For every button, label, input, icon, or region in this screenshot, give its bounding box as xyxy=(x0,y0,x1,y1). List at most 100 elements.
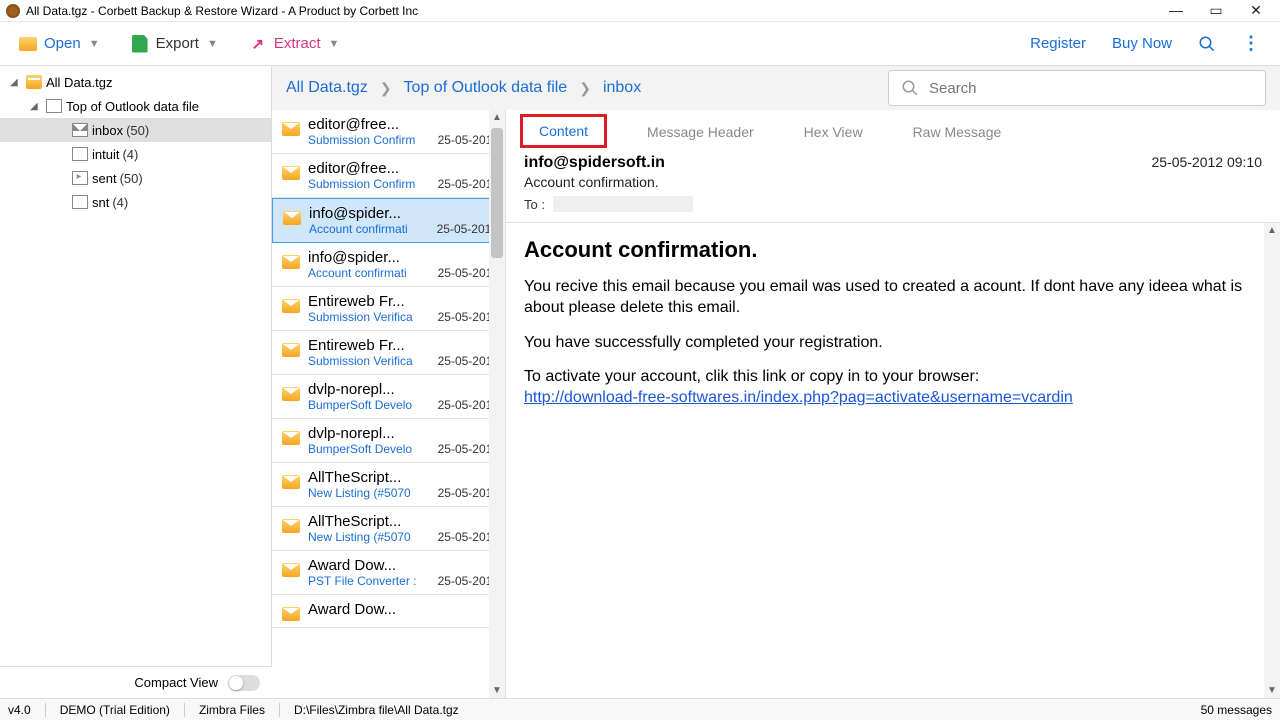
message-item[interactable]: AllTheScript... New Listing (#5070 25-05… xyxy=(272,507,505,551)
message-subject: Submission Verifica xyxy=(308,354,413,368)
open-button[interactable]: Open ▼ xyxy=(10,30,108,58)
tab-hex-view[interactable]: Hex View xyxy=(794,118,873,148)
tree-snt[interactable]: snt (4) xyxy=(0,190,271,214)
message-subject: New Listing (#5070 xyxy=(308,530,411,544)
body-paragraph: You recive this email because you email … xyxy=(524,277,1262,319)
tree-datafile-label: Top of Outlook data file xyxy=(66,99,199,114)
tree-root-label: All Data.tgz xyxy=(46,75,112,90)
envelope-icon xyxy=(283,211,301,225)
message-from: Award Dow... xyxy=(308,601,499,618)
message-subject: Submission Verifica xyxy=(308,310,413,324)
scroll-down-icon[interactable]: ▼ xyxy=(492,685,502,696)
crumb-inbox[interactable]: inbox xyxy=(603,79,641,97)
message-preview: Content Message Header Hex View Raw Mess… xyxy=(506,110,1280,698)
activation-link[interactable]: http://download-free-softwares.in/index.… xyxy=(524,389,1073,406)
search-icon[interactable] xyxy=(1198,35,1216,53)
message-item[interactable]: info@spider... Account confirmati 25-05-… xyxy=(272,198,505,243)
preview-datetime: 25-05-2012 09:10 xyxy=(1151,154,1262,212)
message-from: info@spider... xyxy=(308,249,499,266)
preview-to-label: To : xyxy=(524,197,545,212)
tree-sent[interactable]: sent (50) xyxy=(0,166,271,190)
folder-icon xyxy=(72,147,88,161)
breadcrumb: All Data.tgz ❯ Top of Outlook data file … xyxy=(272,66,1280,110)
message-item[interactable]: AllTheScript... New Listing (#5070 25-05… xyxy=(272,463,505,507)
message-subject: BumperSoft Develo xyxy=(308,398,412,412)
envelope-icon xyxy=(282,519,300,533)
export-icon xyxy=(130,34,150,54)
message-item[interactable]: Entireweb Fr... Submission Verifica 25-0… xyxy=(272,287,505,331)
search-input[interactable] xyxy=(929,80,1253,97)
envelope-icon xyxy=(282,431,300,445)
preview-subject: Account confirmation. xyxy=(524,174,1151,190)
envelope-icon xyxy=(282,343,300,357)
folder-icon xyxy=(72,195,88,209)
chevron-right-icon: ❯ xyxy=(380,80,392,97)
message-item[interactable]: Award Dow... xyxy=(272,595,505,628)
tree-item-count: (50) xyxy=(126,123,149,138)
export-button[interactable]: Export ▼ xyxy=(122,30,226,58)
preview-to-value xyxy=(553,196,693,212)
scrollbar[interactable]: ▲ ▼ xyxy=(489,110,505,698)
message-item[interactable]: editor@free... Submission Confirm 25-05-… xyxy=(272,110,505,154)
message-list: editor@free... Submission Confirm 25-05-… xyxy=(272,110,506,698)
crumb-root[interactable]: All Data.tgz xyxy=(286,79,368,97)
tab-raw-message[interactable]: Raw Message xyxy=(903,118,1012,148)
tree-datafile[interactable]: ◢ Top of Outlook data file xyxy=(0,94,271,118)
message-item[interactable]: Award Dow... PST File Converter : 25-05-… xyxy=(272,551,505,595)
search-box[interactable] xyxy=(888,70,1266,106)
tree-intuit[interactable]: intuit (4) xyxy=(0,142,271,166)
message-from: info@spider... xyxy=(309,205,498,222)
register-link[interactable]: Register xyxy=(1030,35,1086,52)
min-button[interactable]: — xyxy=(1166,2,1186,19)
max-button[interactable]: ▭ xyxy=(1206,2,1226,19)
titlebar: All Data.tgz - Corbett Backup & Restore … xyxy=(0,0,1280,22)
message-item[interactable]: Entireweb Fr... Submission Verifica 25-0… xyxy=(272,331,505,375)
envelope-icon xyxy=(282,563,300,577)
folder-icon xyxy=(18,34,38,54)
envelope-icon xyxy=(282,255,300,269)
preview-from: info@spidersoft.in xyxy=(524,154,1151,172)
tree-inbox[interactable]: inbox (50) xyxy=(0,118,271,142)
envelope-icon xyxy=(282,475,300,489)
tree-item-label: inbox xyxy=(92,123,123,138)
file-icon xyxy=(46,99,62,113)
message-from: AllTheScript... xyxy=(308,513,499,530)
status-edition: DEMO (Trial Edition) xyxy=(60,703,170,717)
tree-item-count: (4) xyxy=(122,147,138,162)
envelope-icon xyxy=(282,122,300,136)
message-from: editor@free... xyxy=(308,116,499,133)
tree-root[interactable]: ◢ All Data.tgz xyxy=(0,70,271,94)
kebab-menu-icon[interactable]: ⋮ xyxy=(1242,33,1260,54)
message-item[interactable]: info@spider... Account confirmati 25-05-… xyxy=(272,243,505,287)
message-from: AllTheScript... xyxy=(308,469,499,486)
message-subject: Account confirmati xyxy=(308,266,407,280)
chevron-down-icon: ▼ xyxy=(329,38,340,50)
tab-content[interactable]: Content xyxy=(520,114,607,148)
status-mode: Zimbra Files xyxy=(199,703,265,717)
buy-now-link[interactable]: Buy Now xyxy=(1112,35,1172,52)
scroll-up-icon[interactable]: ▲ xyxy=(492,112,502,123)
app-icon xyxy=(6,4,20,18)
message-from: editor@free... xyxy=(308,160,499,177)
crumb-datafile[interactable]: Top of Outlook data file xyxy=(404,79,568,97)
extract-icon xyxy=(248,34,268,54)
envelope-icon xyxy=(282,166,300,180)
message-item[interactable]: editor@free... Submission Confirm 25-05-… xyxy=(272,154,505,198)
scrollbar[interactable]: ▲ ▼ xyxy=(1264,223,1280,698)
compact-view-label: Compact View xyxy=(134,675,218,690)
close-button[interactable]: ✕ xyxy=(1246,2,1266,19)
tree-item-count: (50) xyxy=(120,171,143,186)
body-title: Account confirmation. xyxy=(524,237,1262,263)
scroll-thumb[interactable] xyxy=(491,128,503,258)
message-item[interactable]: dvlp-norepl... BumperSoft Develo 25-05-2… xyxy=(272,419,505,463)
envelope-icon xyxy=(282,607,300,621)
scroll-up-icon[interactable]: ▲ xyxy=(1267,225,1277,236)
tab-message-header[interactable]: Message Header xyxy=(637,118,764,148)
extract-button[interactable]: Extract ▼ xyxy=(240,30,348,58)
message-subject: BumperSoft Develo xyxy=(308,442,412,456)
compact-view-toggle[interactable] xyxy=(228,675,260,691)
scroll-down-icon[interactable]: ▼ xyxy=(1267,685,1277,696)
folder-tree: ◢ All Data.tgz ◢ Top of Outlook data fil… xyxy=(0,66,272,698)
message-item[interactable]: dvlp-norepl... BumperSoft Develo 25-05-2… xyxy=(272,375,505,419)
status-bar: v4.0 DEMO (Trial Edition) Zimbra Files D… xyxy=(0,698,1280,720)
